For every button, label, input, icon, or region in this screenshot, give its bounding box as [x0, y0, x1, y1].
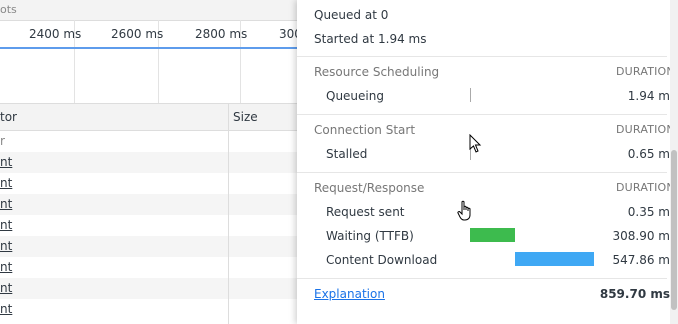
queued-at-text: Queued at 0: [314, 8, 389, 22]
timeline-tick-label: 2800 ms: [195, 27, 248, 41]
timeline-tick-label: 2600 ms: [111, 27, 164, 41]
timeline-tick-label: 2400 ms: [29, 27, 82, 41]
timing-row-value-waiting: 308.90 m: [612, 229, 671, 243]
toolbar-strip: ots: [0, 0, 300, 21]
requests-table-header: tor Size: [0, 103, 300, 131]
timing-row-label-queueing: Queueing: [326, 89, 384, 103]
timing-row-label-content-download: Content Download: [326, 253, 438, 267]
table-row[interactable]: nt: [0, 299, 300, 320]
total-duration: 859.70 ms: [599, 287, 670, 301]
row-initiator-link[interactable]: nt: [0, 302, 12, 316]
timing-row-value-request-sent: 0.35 m: [627, 205, 670, 219]
section-title-resource-scheduling: Resource Scheduling: [314, 65, 440, 79]
table-row[interactable]: nt: [0, 257, 300, 278]
waiting-ttfb-bar: [470, 228, 515, 242]
table-row[interactable]: nt: [0, 173, 300, 194]
row-initiator-link[interactable]: nt: [0, 260, 12, 274]
section-title-connection-start: Connection Start: [314, 123, 416, 137]
section-title-request-response: Request/Response: [314, 181, 425, 195]
timing-row-label-stalled: Stalled: [326, 147, 368, 161]
table-row[interactable]: nt: [0, 278, 300, 299]
popover-scrollbar-thumb[interactable]: [671, 150, 677, 310]
timing-popover: Queued at 0 Started at 1.94 ms Resource …: [297, 0, 678, 324]
row-initiator-link[interactable]: nt: [0, 197, 12, 211]
popover-scrollbar[interactable]: [670, 0, 678, 324]
table-row[interactable]: nt: [0, 215, 300, 236]
row-initiator-link[interactable]: nt: [0, 218, 12, 232]
section-divider: [297, 172, 667, 173]
queueing-bar: [470, 88, 471, 102]
row-initiator-link[interactable]: nt: [0, 155, 12, 169]
duration-header: DURATION: [616, 65, 675, 78]
row-initiator-link[interactable]: nt: [0, 176, 12, 190]
table-row[interactable]: nt: [0, 194, 300, 215]
explanation-link[interactable]: Explanation: [314, 287, 385, 301]
timing-row-value-queueing: 1.94 m: [627, 89, 670, 103]
column-header-initiator[interactable]: tor: [0, 110, 17, 124]
timing-row-label-request-sent: Request sent: [326, 205, 405, 219]
row-initiator: r: [0, 134, 5, 148]
table-row[interactable]: r: [0, 131, 300, 152]
toolbar-partial-label: ots: [0, 3, 17, 16]
table-row[interactable]: nt: [0, 152, 300, 173]
section-divider: [297, 114, 667, 115]
row-initiator-link[interactable]: nt: [0, 239, 12, 253]
timing-row-value-content-download: 547.86 m: [612, 253, 671, 267]
timing-row-label-waiting: Waiting (TTFB): [326, 229, 414, 243]
duration-header: DURATION: [616, 181, 675, 194]
timing-row-value-stalled: 0.65 m: [627, 147, 670, 161]
arrow-cursor-icon: [469, 134, 482, 153]
content-download-bar: [515, 252, 594, 266]
started-at-text: Started at 1.94 ms: [314, 32, 427, 46]
row-initiator-link[interactable]: nt: [0, 281, 12, 295]
hand-cursor-icon: [457, 200, 471, 221]
timeline-ruler-line: [0, 47, 300, 49]
section-divider: [297, 278, 667, 279]
duration-header: DURATION: [616, 123, 675, 136]
column-separator[interactable]: [228, 103, 229, 324]
section-divider: [297, 56, 667, 57]
table-row[interactable]: nt: [0, 236, 300, 257]
column-header-size[interactable]: Size: [233, 110, 258, 124]
